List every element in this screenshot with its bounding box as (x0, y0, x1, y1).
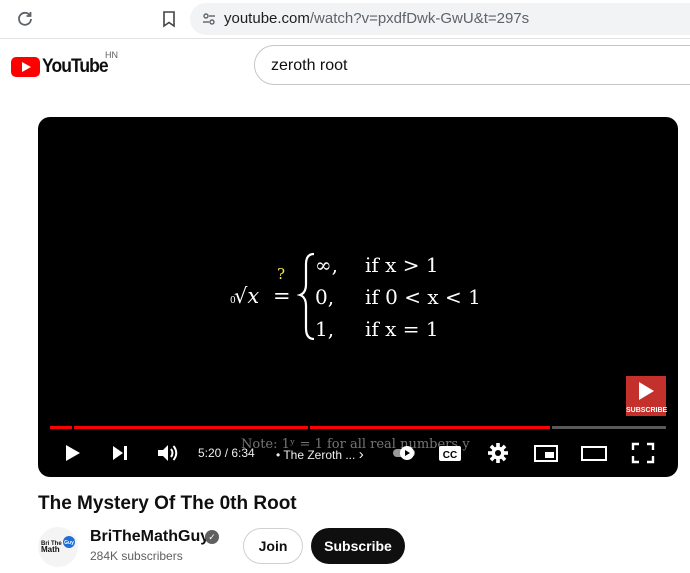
next-icon[interactable] (109, 439, 131, 467)
root-expression: √x (234, 284, 259, 308)
reload-icon[interactable] (15, 9, 35, 29)
fullscreen-icon[interactable] (630, 439, 656, 467)
bookmark-icon[interactable] (160, 9, 178, 29)
chevron-right-icon: › (358, 446, 364, 463)
watermark-play-icon (639, 382, 654, 400)
miniplayer-icon[interactable] (533, 439, 559, 467)
question-mark: ? (277, 265, 285, 283)
svg-text:Math: Math (41, 545, 60, 554)
settings-gear-icon[interactable] (486, 439, 510, 467)
youtube-logo[interactable]: YouTube (11, 55, 113, 79)
youtube-play-icon (11, 57, 40, 77)
case-1-value: ∞, (315, 253, 338, 277)
video-player[interactable]: 0 √x = ? ∞, if x > 1 0, if 0 < x < 1 1, … (38, 117, 678, 477)
equals-sign: = (273, 284, 291, 308)
video-frame-formula: 0 √x = ? ∞, if x > 1 0, if 0 < x < 1 1, … (230, 252, 481, 341)
search-input[interactable]: zeroth root (271, 57, 347, 75)
channel-avatar[interactable]: Bri The Math Guy (38, 527, 78, 567)
captions-icon[interactable]: CC (438, 439, 462, 467)
case-3-condition: if x = 1 (365, 317, 439, 341)
verified-check-icon: ✓ (205, 530, 219, 544)
video-title: The Mystery Of The 0th Root (38, 493, 297, 514)
chapter-title[interactable]: • The Zeroth ... › (276, 446, 364, 463)
progress-bar[interactable] (50, 426, 666, 429)
case-2-value: 0, (315, 285, 334, 309)
play-icon[interactable] (62, 439, 84, 467)
subscribe-watermark[interactable]: SUBSCRIBE (626, 376, 668, 416)
url-host: youtube.com (224, 10, 310, 27)
search-box[interactable]: zeroth root (254, 45, 690, 85)
chapter-divider (308, 426, 310, 429)
cc-label: CC (443, 450, 457, 461)
case-3-value: 1, (315, 317, 334, 341)
channel-name[interactable]: BriTheMathGuy (90, 528, 209, 546)
progress-played (50, 426, 551, 429)
url-path: /watch?v=pxdfDwk-GwU&t=297s (309, 10, 530, 27)
chapter-divider (72, 426, 74, 429)
site-settings-icon[interactable] (202, 12, 216, 26)
case-brace (296, 252, 315, 341)
autoplay-toggle-icon[interactable] (392, 439, 418, 467)
volume-icon[interactable] (155, 439, 181, 467)
subscriber-count: 284K subscribers (90, 549, 183, 563)
chapter-label: • The Zeroth ... (276, 448, 356, 462)
subscribe-button[interactable]: Subscribe (311, 528, 405, 564)
time-display: 5:20 / 6:34 (198, 446, 255, 460)
browser-toolbar: youtube.com/watch?v=pxdfDwk-GwU&t=297s (0, 0, 690, 39)
theater-mode-icon[interactable] (580, 439, 608, 467)
chapter-divider (550, 426, 552, 429)
url-text[interactable]: youtube.com/watch?v=pxdfDwk-GwU&t=297s (224, 10, 529, 27)
case-1-condition: if x > 1 (365, 253, 439, 277)
join-button[interactable]: Join (243, 528, 303, 564)
logo-text: YouTube (42, 56, 109, 77)
country-code: HN (105, 50, 118, 60)
svg-text:Guy: Guy (64, 540, 74, 546)
watermark-label: SUBSCRIBE (626, 407, 668, 414)
address-bar[interactable]: youtube.com/watch?v=pxdfDwk-GwU&t=297s (190, 3, 690, 35)
case-2-condition: if 0 < x < 1 (365, 285, 481, 309)
